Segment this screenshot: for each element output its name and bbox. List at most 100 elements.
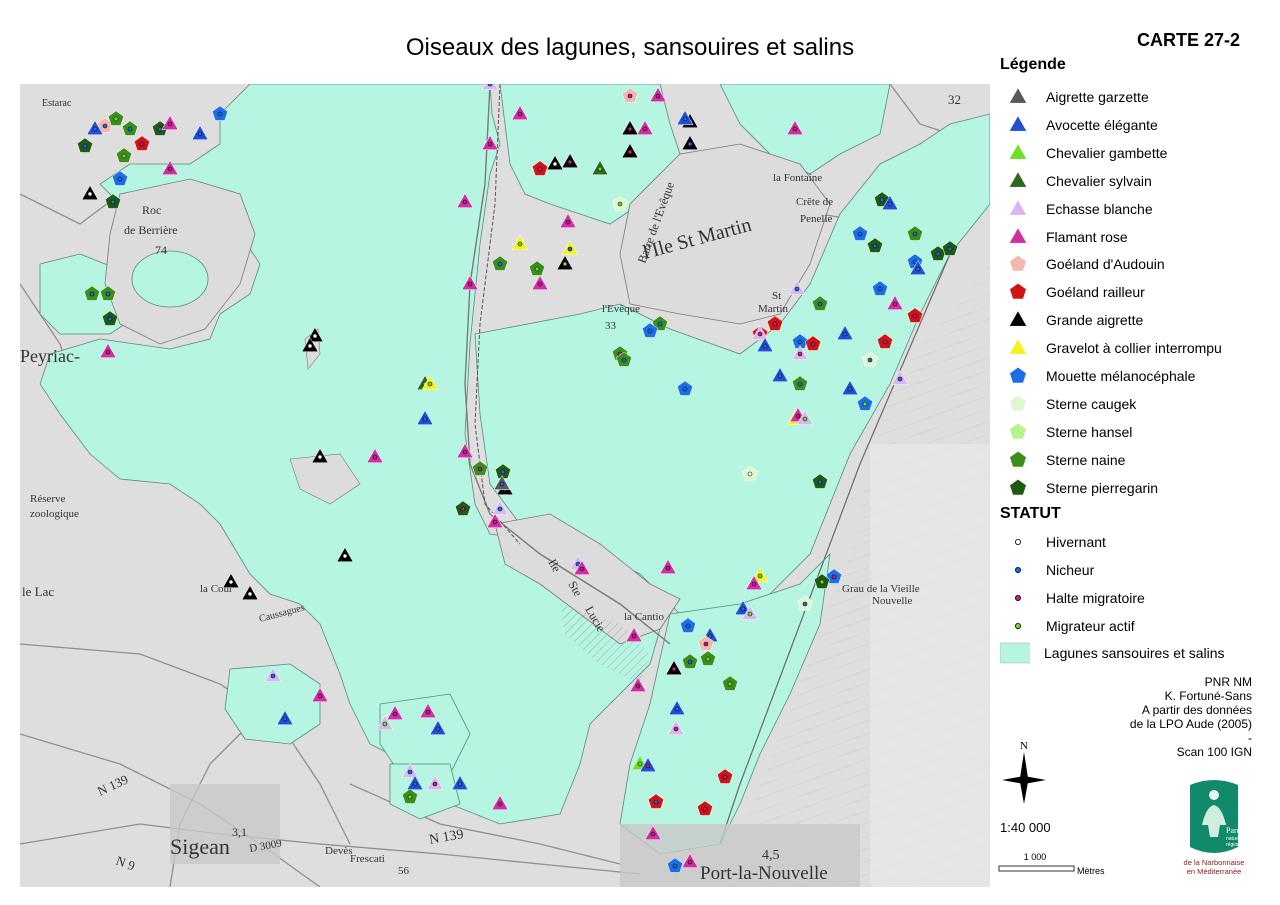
legend-symbol-icon (1009, 283, 1027, 300)
legend-item-label: Echasse blanche (1046, 200, 1153, 217)
place-label: zoologique (30, 508, 79, 520)
legend-status-label: Nicheur (1046, 562, 1095, 578)
lagoon-swatch (1000, 642, 1030, 664)
north-label: N (1020, 740, 1028, 752)
legend-item-label: Chevalier sylvain (1046, 172, 1152, 189)
legend-item-label: Flamant rose (1046, 228, 1128, 245)
north-arrow-icon: N (1002, 740, 1046, 804)
logo-line5: en Méditerranée (1187, 867, 1242, 876)
legend-item-8: Goéland railleur (1000, 281, 1280, 303)
legend-status-1: Hivernant (1000, 531, 1280, 553)
legend-symbol-icon (1009, 478, 1027, 495)
legend-symbol-icon (1008, 87, 1028, 104)
legend-item-label: Goéland railleur (1046, 284, 1145, 301)
place-label: Estarac (42, 98, 72, 109)
place-label: Sigean (170, 834, 230, 859)
legend-title: Légende (1000, 56, 1066, 73)
place-label: Crête de (796, 196, 833, 208)
legend-symbol-icon (1009, 366, 1027, 384)
legend-item-label: Sterne pierregarin (1046, 479, 1159, 496)
place-label: Peyriac- (20, 346, 80, 366)
legend-item-label: Grande aigrette (1046, 312, 1144, 329)
island-berriere-pond (131, 250, 209, 308)
legend-status-label: Migrateur actif (1046, 618, 1135, 634)
logo-line3: régional (1226, 842, 1244, 848)
legend-symbol-icon (1008, 198, 1028, 216)
scale-bar-unit: Mètres (1077, 866, 1105, 876)
place-label: Port-la-Nouvelle (700, 863, 828, 884)
legend-item-label: Sterne naine (1046, 451, 1126, 468)
legend-symbol-icon (1009, 255, 1027, 272)
map-canvas[interactable]: Estarac Roc de Berrière 74 Peyriac- Réserve zo… (20, 84, 990, 887)
place-label: Nouvelle (872, 595, 912, 607)
legend-item-label: Mouette mélanocéphale (1046, 368, 1196, 384)
legend-symbol-icon (1008, 226, 1028, 243)
scale-bar: 1 000 Mètres (998, 852, 1105, 876)
place-label: la Fontaine (773, 172, 822, 184)
place-label: Réserve (30, 493, 66, 505)
legend-item-7: Goéland d'Audouin (1000, 253, 1280, 275)
credit-line: A partir des données (1141, 703, 1252, 717)
legend-item-11: Mouette mélanocéphale (1000, 365, 1280, 387)
legend-symbol-icon (1008, 115, 1028, 132)
legend-symbol-icon (1008, 338, 1028, 355)
legend-item-label: Aigrette garzette (1046, 89, 1149, 105)
legend-status-label: Halte migratoire (1046, 590, 1145, 606)
legend-symbol-icon (1009, 422, 1027, 440)
place-label: Roc (142, 203, 161, 217)
place-label: 74 (155, 243, 167, 257)
place-label: 3,1 (232, 825, 247, 839)
legend-item-label: Avocette élégante (1046, 116, 1158, 133)
legend-item-1: Aigrette garzette (1000, 86, 1280, 108)
status-dot-icon (1014, 566, 1021, 573)
status-dot-icon (1014, 538, 1021, 545)
legend-symbol-icon (1008, 310, 1028, 327)
legend-item-label: Sterne caugek (1046, 395, 1137, 412)
legend-item-12: Sterne caugek (1000, 393, 1280, 415)
status-dot-icon (1014, 622, 1021, 629)
place-label: de Berrière (124, 223, 178, 237)
legend-status-4: Migrateur actif (1000, 615, 1280, 637)
legend-status-label: Hivernant (1046, 534, 1106, 550)
credit-line: K. Fortuné-Sans (1164, 689, 1252, 703)
pnr-logo: Parc naturel régional de la Narbonnaise … (1184, 780, 1245, 876)
sea-tint (870, 444, 990, 887)
scale-ratio: 1:40 000 (1000, 820, 1051, 835)
place-label: la Cantio (624, 611, 665, 623)
legend-item-5: Echasse blanche (1000, 198, 1280, 220)
credit-line: - (1248, 731, 1252, 745)
legend-item-13: Sterne hansel (1000, 421, 1280, 443)
place-label: 56 (398, 865, 410, 877)
legend-item-label: Goéland d'Audouin (1046, 256, 1165, 273)
legend-symbol-icon (1009, 450, 1027, 467)
legend-area-label: Lagunes sansouires et salins (1044, 645, 1225, 661)
legend-item-15: Sterne pierregarin (1000, 477, 1280, 499)
legend-item-3: Chevalier gambette (1000, 142, 1280, 164)
credit-line: Scan 100 IGN (1176, 745, 1252, 759)
place-label: l'Evêque (602, 303, 640, 315)
place-label: Penelle (800, 213, 832, 225)
place-label: St (772, 290, 781, 302)
legend-item-6: Flamant rose (1000, 226, 1280, 248)
logo-line1: Parc (1226, 826, 1241, 835)
legend-symbol-icon (1008, 143, 1028, 160)
place-label: 32 (948, 92, 961, 107)
place-label: Frescati (350, 853, 385, 865)
legend-item-label: Chevalier gambette (1046, 144, 1168, 161)
status-dot-icon (1014, 594, 1021, 601)
legend-area: Lagunes sansouires et salins (1000, 642, 1280, 664)
legend-item-14: Sterne naine (1000, 449, 1280, 471)
logo-line4: de la Narbonnaise (1184, 858, 1245, 867)
place-label: 4,5 (762, 848, 780, 863)
legend-symbol-icon (1009, 394, 1027, 412)
legend-item-2: Avocette élégante (1000, 114, 1280, 136)
legend-status-title: STATUT (1000, 505, 1061, 522)
place-label: 33 (605, 320, 617, 332)
credits: PNR NM K. Fortuné-Sans A partir des donn… (1040, 675, 1252, 759)
legend-item-label: Sterne hansel (1046, 423, 1133, 440)
legend-status-2: Nicheur (1000, 559, 1280, 581)
credit-line: de la LPO Aude (2005) (1129, 717, 1252, 731)
legend-status-3: Halte migratoire (1000, 587, 1280, 609)
legend-item-9: Grande aigrette (1000, 309, 1280, 331)
map-id: CARTE 27-2 (1137, 30, 1241, 50)
